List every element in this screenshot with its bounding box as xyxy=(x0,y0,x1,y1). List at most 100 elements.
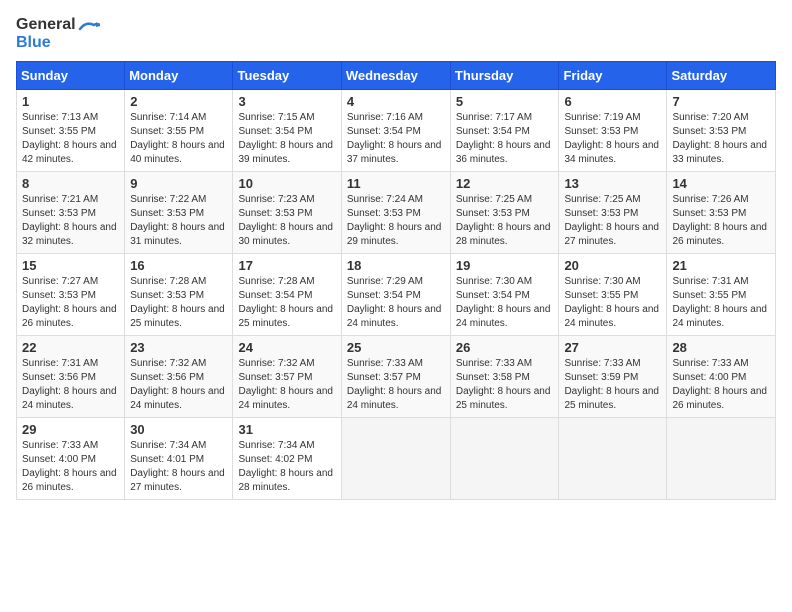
page-header: General Blue xyxy=(16,16,776,51)
weekday-header-sunday: Sunday xyxy=(17,62,125,90)
calendar-cell xyxy=(667,418,776,500)
calendar-cell: 26 Sunrise: 7:33 AM Sunset: 3:58 PM Dayl… xyxy=(450,336,559,418)
day-number: 31 xyxy=(238,422,335,437)
day-number: 4 xyxy=(347,94,445,109)
day-info: Sunrise: 7:32 AM Sunset: 3:56 PM Dayligh… xyxy=(130,357,227,413)
day-number: 17 xyxy=(238,258,335,273)
day-info: Sunrise: 7:25 AM Sunset: 3:53 PM Dayligh… xyxy=(456,193,554,249)
calendar-cell: 19 Sunrise: 7:30 AM Sunset: 3:54 PM Dayl… xyxy=(450,254,559,336)
calendar-cell: 29 Sunrise: 7:33 AM Sunset: 4:00 PM Dayl… xyxy=(17,418,125,500)
weekday-header-row: SundayMondayTuesdayWednesdayThursdayFrid… xyxy=(17,62,776,90)
calendar-cell: 25 Sunrise: 7:33 AM Sunset: 3:57 PM Dayl… xyxy=(341,336,450,418)
calendar-cell: 22 Sunrise: 7:31 AM Sunset: 3:56 PM Dayl… xyxy=(17,336,125,418)
calendar-cell xyxy=(341,418,450,500)
weekday-header-wednesday: Wednesday xyxy=(341,62,450,90)
day-number: 19 xyxy=(456,258,554,273)
calendar-cell xyxy=(450,418,559,500)
day-info: Sunrise: 7:33 AM Sunset: 4:00 PM Dayligh… xyxy=(672,357,770,413)
day-info: Sunrise: 7:30 AM Sunset: 3:54 PM Dayligh… xyxy=(456,275,554,331)
day-info: Sunrise: 7:30 AM Sunset: 3:55 PM Dayligh… xyxy=(564,275,661,331)
weekday-header-thursday: Thursday xyxy=(450,62,559,90)
day-info: Sunrise: 7:33 AM Sunset: 3:59 PM Dayligh… xyxy=(564,357,661,413)
calendar-cell: 20 Sunrise: 7:30 AM Sunset: 3:55 PM Dayl… xyxy=(559,254,667,336)
day-number: 6 xyxy=(564,94,661,109)
calendar-cell: 28 Sunrise: 7:33 AM Sunset: 4:00 PM Dayl… xyxy=(667,336,776,418)
calendar-week-2: 8 Sunrise: 7:21 AM Sunset: 3:53 PM Dayli… xyxy=(17,172,776,254)
day-info: Sunrise: 7:29 AM Sunset: 3:54 PM Dayligh… xyxy=(347,275,445,331)
day-number: 11 xyxy=(347,176,445,191)
day-number: 20 xyxy=(564,258,661,273)
day-number: 1 xyxy=(22,94,119,109)
day-info: Sunrise: 7:15 AM Sunset: 3:54 PM Dayligh… xyxy=(238,111,335,167)
day-info: Sunrise: 7:14 AM Sunset: 3:55 PM Dayligh… xyxy=(130,111,227,167)
weekday-header-saturday: Saturday xyxy=(667,62,776,90)
logo-blue: Blue xyxy=(16,34,100,52)
day-number: 22 xyxy=(22,340,119,355)
day-info: Sunrise: 7:25 AM Sunset: 3:53 PM Dayligh… xyxy=(564,193,661,249)
logo: General Blue xyxy=(16,16,100,51)
day-number: 2 xyxy=(130,94,227,109)
day-number: 14 xyxy=(672,176,770,191)
calendar-table: SundayMondayTuesdayWednesdayThursdayFrid… xyxy=(16,61,776,500)
day-number: 18 xyxy=(347,258,445,273)
day-number: 13 xyxy=(564,176,661,191)
day-number: 3 xyxy=(238,94,335,109)
logo-general: General xyxy=(16,16,76,34)
calendar-cell: 18 Sunrise: 7:29 AM Sunset: 3:54 PM Dayl… xyxy=(341,254,450,336)
calendar-cell: 10 Sunrise: 7:23 AM Sunset: 3:53 PM Dayl… xyxy=(233,172,341,254)
day-number: 23 xyxy=(130,340,227,355)
day-number: 24 xyxy=(238,340,335,355)
day-info: Sunrise: 7:20 AM Sunset: 3:53 PM Dayligh… xyxy=(672,111,770,167)
day-info: Sunrise: 7:32 AM Sunset: 3:57 PM Dayligh… xyxy=(238,357,335,413)
calendar-week-4: 22 Sunrise: 7:31 AM Sunset: 3:56 PM Dayl… xyxy=(17,336,776,418)
day-info: Sunrise: 7:13 AM Sunset: 3:55 PM Dayligh… xyxy=(22,111,119,167)
day-number: 28 xyxy=(672,340,770,355)
day-number: 26 xyxy=(456,340,554,355)
calendar-week-1: 1 Sunrise: 7:13 AM Sunset: 3:55 PM Dayli… xyxy=(17,90,776,172)
day-info: Sunrise: 7:31 AM Sunset: 3:55 PM Dayligh… xyxy=(672,275,770,331)
day-info: Sunrise: 7:28 AM Sunset: 3:54 PM Dayligh… xyxy=(238,275,335,331)
day-info: Sunrise: 7:16 AM Sunset: 3:54 PM Dayligh… xyxy=(347,111,445,167)
logo-container: General Blue xyxy=(16,16,100,51)
day-info: Sunrise: 7:22 AM Sunset: 3:53 PM Dayligh… xyxy=(130,193,227,249)
day-number: 30 xyxy=(130,422,227,437)
day-number: 7 xyxy=(672,94,770,109)
calendar-cell: 3 Sunrise: 7:15 AM Sunset: 3:54 PM Dayli… xyxy=(233,90,341,172)
day-number: 16 xyxy=(130,258,227,273)
calendar-cell: 13 Sunrise: 7:25 AM Sunset: 3:53 PM Dayl… xyxy=(559,172,667,254)
calendar-cell: 15 Sunrise: 7:27 AM Sunset: 3:53 PM Dayl… xyxy=(17,254,125,336)
calendar-cell: 11 Sunrise: 7:24 AM Sunset: 3:53 PM Dayl… xyxy=(341,172,450,254)
day-info: Sunrise: 7:21 AM Sunset: 3:53 PM Dayligh… xyxy=(22,193,119,249)
day-info: Sunrise: 7:33 AM Sunset: 3:58 PM Dayligh… xyxy=(456,357,554,413)
calendar-cell: 14 Sunrise: 7:26 AM Sunset: 3:53 PM Dayl… xyxy=(667,172,776,254)
calendar-cell: 23 Sunrise: 7:32 AM Sunset: 3:56 PM Dayl… xyxy=(125,336,233,418)
day-number: 15 xyxy=(22,258,119,273)
day-info: Sunrise: 7:17 AM Sunset: 3:54 PM Dayligh… xyxy=(456,111,554,167)
weekday-header-friday: Friday xyxy=(559,62,667,90)
weekday-header-tuesday: Tuesday xyxy=(233,62,341,90)
day-info: Sunrise: 7:19 AM Sunset: 3:53 PM Dayligh… xyxy=(564,111,661,167)
day-info: Sunrise: 7:26 AM Sunset: 3:53 PM Dayligh… xyxy=(672,193,770,249)
calendar-cell xyxy=(559,418,667,500)
day-number: 27 xyxy=(564,340,661,355)
day-info: Sunrise: 7:23 AM Sunset: 3:53 PM Dayligh… xyxy=(238,193,335,249)
calendar-cell: 16 Sunrise: 7:28 AM Sunset: 3:53 PM Dayl… xyxy=(125,254,233,336)
weekday-header-monday: Monday xyxy=(125,62,233,90)
calendar-cell: 9 Sunrise: 7:22 AM Sunset: 3:53 PM Dayli… xyxy=(125,172,233,254)
calendar-cell: 21 Sunrise: 7:31 AM Sunset: 3:55 PM Dayl… xyxy=(667,254,776,336)
calendar-cell: 8 Sunrise: 7:21 AM Sunset: 3:53 PM Dayli… xyxy=(17,172,125,254)
calendar-cell: 7 Sunrise: 7:20 AM Sunset: 3:53 PM Dayli… xyxy=(667,90,776,172)
calendar-cell: 4 Sunrise: 7:16 AM Sunset: 3:54 PM Dayli… xyxy=(341,90,450,172)
day-info: Sunrise: 7:33 AM Sunset: 3:57 PM Dayligh… xyxy=(347,357,445,413)
day-number: 8 xyxy=(22,176,119,191)
day-info: Sunrise: 7:34 AM Sunset: 4:01 PM Dayligh… xyxy=(130,439,227,495)
day-info: Sunrise: 7:27 AM Sunset: 3:53 PM Dayligh… xyxy=(22,275,119,331)
calendar-cell: 6 Sunrise: 7:19 AM Sunset: 3:53 PM Dayli… xyxy=(559,90,667,172)
day-number: 29 xyxy=(22,422,119,437)
day-info: Sunrise: 7:34 AM Sunset: 4:02 PM Dayligh… xyxy=(238,439,335,495)
day-number: 12 xyxy=(456,176,554,191)
calendar-cell: 17 Sunrise: 7:28 AM Sunset: 3:54 PM Dayl… xyxy=(233,254,341,336)
day-info: Sunrise: 7:24 AM Sunset: 3:53 PM Dayligh… xyxy=(347,193,445,249)
day-number: 5 xyxy=(456,94,554,109)
day-number: 21 xyxy=(672,258,770,273)
